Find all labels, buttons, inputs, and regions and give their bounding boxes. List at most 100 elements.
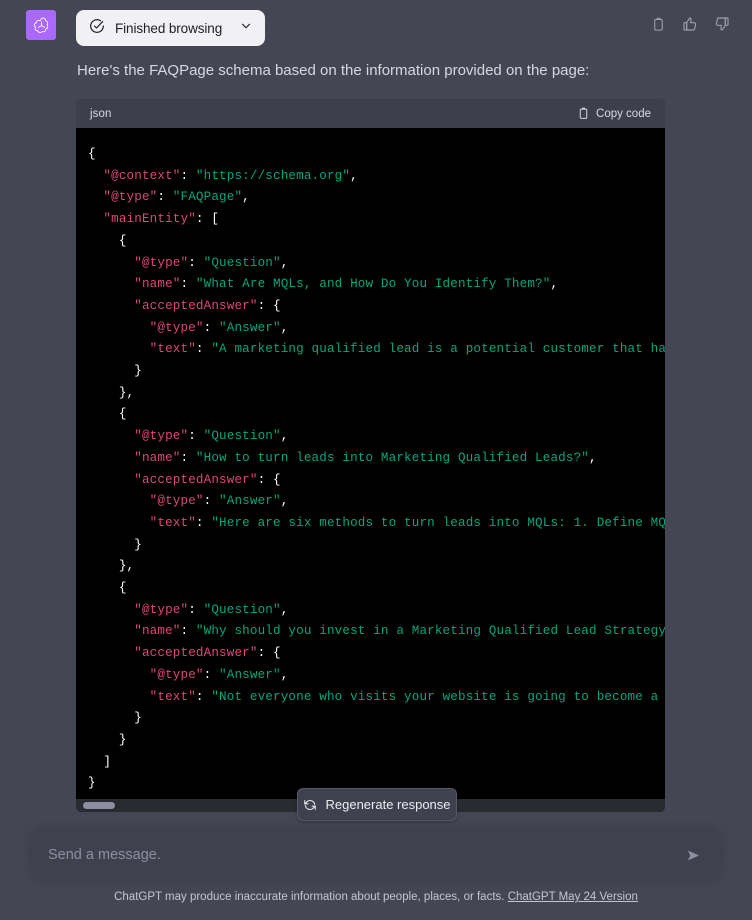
code-token: "Question" (204, 429, 281, 443)
openai-logo-icon (32, 16, 51, 35)
check-circle-icon (89, 18, 105, 39)
code-token: "A marketing qualified lead is a potenti… (211, 342, 665, 356)
code-body: { "@context": "https://schema.org", "@ty… (76, 128, 665, 812)
code-token: } (88, 733, 127, 747)
send-button[interactable] (680, 842, 706, 868)
code-language-label: json (90, 108, 577, 120)
code-token: "name" (134, 624, 180, 638)
code-token: "text" (150, 342, 196, 356)
code-block: json Copy code { "@context": "https://sc… (76, 99, 665, 812)
code-token: , (281, 668, 289, 682)
regenerate-label: Regenerate response (325, 797, 450, 812)
copy-message-button[interactable] (646, 12, 670, 36)
code-token: "acceptedAnswer" (134, 299, 257, 313)
code-token: { (88, 147, 96, 161)
code-token (88, 516, 150, 530)
code-token: "@type" (150, 668, 204, 682)
thumbs-up-button[interactable] (678, 12, 702, 36)
message-composer (32, 831, 720, 879)
code-token: }, (88, 559, 134, 573)
code-token: : { (258, 646, 281, 660)
code-token: { (88, 581, 127, 595)
code-token: "text" (150, 690, 196, 704)
code-token: : (196, 690, 211, 704)
code-token (88, 169, 103, 183)
code-token: "name" (134, 277, 180, 291)
code-token: }, (88, 386, 134, 400)
code-token: , (350, 169, 358, 183)
code-token: "@type" (150, 494, 204, 508)
code-token: : (196, 516, 211, 530)
code-token: "Answer" (219, 494, 281, 508)
code-token: : (181, 277, 196, 291)
code-token: : (204, 321, 219, 335)
copy-code-button[interactable]: Copy code (577, 107, 651, 120)
code-token: "FAQPage" (173, 190, 242, 204)
code-token: "@type" (103, 190, 157, 204)
message-input[interactable] (48, 831, 680, 879)
code-block-header: json Copy code (76, 99, 665, 128)
code-token: { (88, 407, 127, 421)
code-token: "Not everyone who visits your website is… (211, 690, 665, 704)
code-token: , (281, 494, 289, 508)
code-token: { (88, 234, 127, 248)
code-token: "Question" (204, 256, 281, 270)
code-token (88, 603, 134, 617)
regenerate-response-button[interactable]: Regenerate response (297, 788, 457, 821)
code-content: { "@context": "https://schema.org", "@ty… (76, 144, 665, 795)
code-token: : (204, 668, 219, 682)
thumbs-down-button[interactable] (710, 12, 734, 36)
code-token (88, 212, 103, 226)
message-actions (646, 12, 734, 36)
code-token (88, 342, 150, 356)
code-token: : (196, 342, 211, 356)
code-token (88, 451, 134, 465)
code-token: } (88, 711, 142, 725)
code-token: , (281, 429, 289, 443)
code-token (88, 668, 150, 682)
send-arrow-icon (685, 847, 702, 864)
code-token (88, 624, 134, 638)
code-token: "name" (134, 451, 180, 465)
disclaimer-text: ChatGPT may produce inaccurate informati… (114, 891, 504, 903)
code-token: "@type" (134, 429, 188, 443)
code-token: "@context" (103, 169, 180, 183)
version-link[interactable]: ChatGPT May 24 Version (508, 891, 638, 903)
code-token: "text" (150, 516, 196, 530)
footer-disclaimer: ChatGPT may produce inaccurate informati… (0, 891, 752, 903)
code-token: , (242, 190, 250, 204)
code-token: , (550, 277, 558, 291)
code-token (88, 190, 103, 204)
code-token: : { (258, 299, 281, 313)
code-token: : [ (196, 212, 219, 226)
code-token: "Question" (204, 603, 281, 617)
code-token (88, 473, 134, 487)
code-token: : (181, 624, 196, 638)
code-token: , (281, 256, 289, 270)
code-token: "What Are MQLs, and How Do You Identify … (196, 277, 551, 291)
code-token: : (188, 603, 203, 617)
code-token: : (188, 256, 203, 270)
refresh-icon (303, 798, 317, 812)
code-token: "Answer" (219, 668, 281, 682)
code-token (88, 256, 134, 270)
code-token: , (281, 321, 289, 335)
code-token: "@type" (150, 321, 204, 335)
finished-browsing-toggle[interactable]: Finished browsing (76, 10, 265, 46)
code-token: : (181, 451, 196, 465)
code-token: "https://schema.org" (196, 169, 350, 183)
code-token: "@type" (134, 603, 188, 617)
code-token: "@type" (134, 256, 188, 270)
copy-code-label: Copy code (596, 108, 651, 120)
chevron-down-icon[interactable] (239, 19, 253, 38)
code-token (88, 429, 134, 443)
assistant-intro-text: Here's the FAQPage schema based on the i… (77, 60, 589, 82)
clipboard-icon (577, 107, 590, 120)
code-token: } (88, 364, 142, 378)
code-token (88, 646, 134, 660)
code-token: ] (88, 755, 111, 769)
code-token: : (188, 429, 203, 443)
code-token: "mainEntity" (103, 212, 196, 226)
code-token (88, 299, 134, 313)
scrollbar-thumb[interactable] (83, 802, 115, 809)
